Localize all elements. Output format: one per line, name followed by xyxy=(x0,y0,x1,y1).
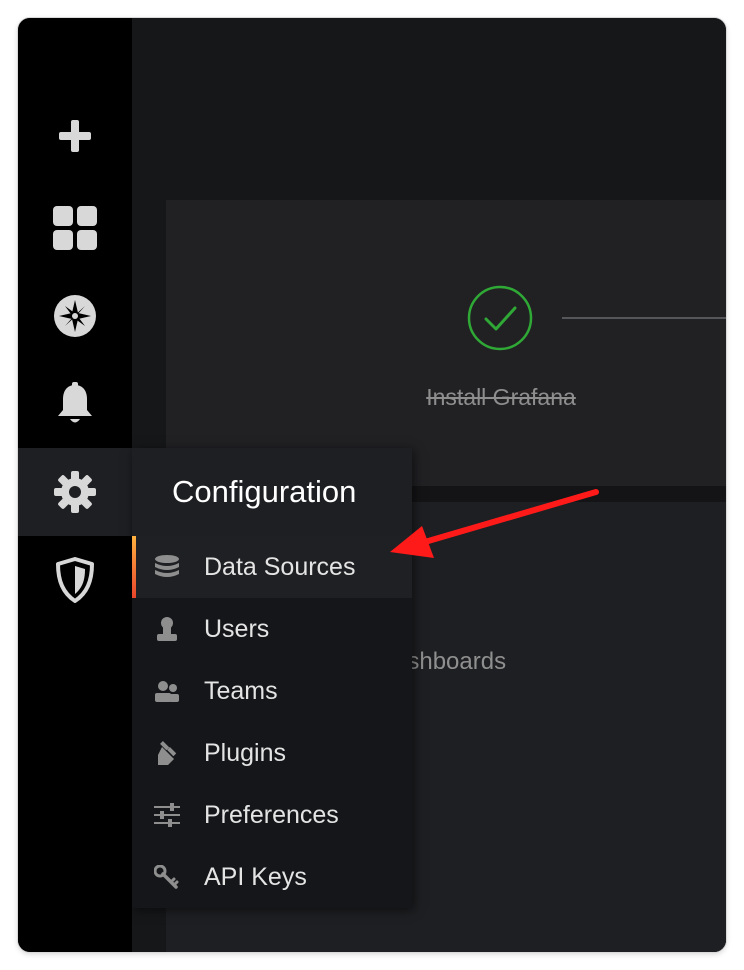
sidemenu-item-dashboards[interactable] xyxy=(18,184,132,272)
shield-icon xyxy=(56,557,94,603)
sidemenu-item-configuration[interactable] xyxy=(18,448,132,536)
sidemenu-item-alerting[interactable] xyxy=(18,360,132,448)
plug-icon xyxy=(158,741,177,765)
menu-item-users[interactable]: Users xyxy=(132,598,412,660)
dashboards-icon xyxy=(53,206,97,250)
sidemenu-item-create[interactable] xyxy=(18,92,132,180)
menu-item-preferences[interactable]: Preferences xyxy=(132,784,412,846)
explore-compass-icon xyxy=(54,295,96,337)
menu-item-label: Users xyxy=(204,614,270,643)
onboarding-steps-panel xyxy=(166,200,726,486)
menu-item-label: Data Sources xyxy=(204,552,356,581)
database-icon xyxy=(155,555,179,577)
configuration-menu-title[interactable]: Configuration xyxy=(132,448,412,536)
configuration-dropdown-menu: Configuration Data Sources Users Teams P… xyxy=(132,448,412,908)
users-icon xyxy=(155,681,179,702)
sidemenu xyxy=(18,18,132,952)
menu-item-teams[interactable]: Teams xyxy=(132,660,412,722)
menu-item-label: Preferences xyxy=(204,800,339,829)
alerting-bell-icon xyxy=(58,382,92,423)
menu-item-label: Plugins xyxy=(204,738,286,767)
key-icon xyxy=(154,865,179,889)
menu-item-data-sources[interactable]: Data Sources xyxy=(132,536,412,598)
step-connector-line xyxy=(562,317,726,319)
grafana-window: Install Grafana s ashboards xyxy=(18,18,726,952)
menu-item-plugins[interactable]: Plugins xyxy=(132,722,412,784)
check-circle-icon xyxy=(467,285,533,351)
user-icon xyxy=(157,617,177,641)
sidemenu-item-server-admin[interactable] xyxy=(18,536,132,624)
menu-item-api-keys[interactable]: API Keys xyxy=(132,846,412,908)
step-install-grafana-label: Install Grafana xyxy=(426,384,576,410)
menu-item-label: API Keys xyxy=(204,862,307,891)
sidemenu-item-explore[interactable] xyxy=(18,272,132,360)
menu-item-label: Teams xyxy=(204,676,278,705)
annotation-arrow-icon xyxy=(390,489,599,558)
sliders-icon xyxy=(154,803,180,827)
plus-icon xyxy=(59,120,91,152)
gear-icon xyxy=(54,471,96,513)
